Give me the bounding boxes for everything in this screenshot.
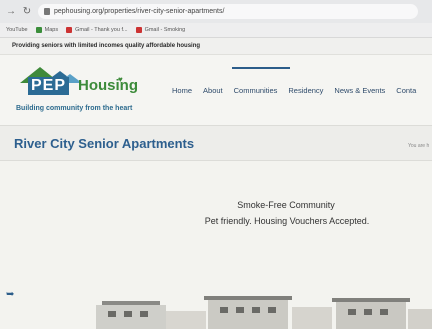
bookmark-gmail-smoking[interactable]: Gmail - Smoking bbox=[135, 27, 186, 33]
logo-housing-text: Housing bbox=[78, 77, 138, 94]
browser-address-bar: → ↻ pephousing.org/properties/river-city… bbox=[0, 0, 432, 23]
apartment-building-image bbox=[96, 296, 432, 329]
page-title: River City Senior Apartments bbox=[14, 136, 195, 151]
lock-icon bbox=[44, 8, 50, 15]
main-content: Smoke-Free Community Pet friendly. Housi… bbox=[0, 161, 432, 329]
logo-tagline: Building community from the heart bbox=[16, 105, 133, 112]
main-nav: Home About Communities Residency News & … bbox=[172, 86, 416, 95]
bookmark-gmail-thank-you[interactable]: Gmail - Thank you f... bbox=[66, 27, 128, 33]
site-banner: Providing seniors with limited incomes q… bbox=[0, 38, 432, 55]
reload-icon[interactable]: ↻ bbox=[22, 6, 32, 17]
maps-icon bbox=[35, 27, 42, 33]
url-text: pephousing.org/properties/river-city-sen… bbox=[54, 8, 225, 15]
nav-home[interactable]: Home bbox=[172, 86, 192, 95]
bookmark-label: Gmail - Smoking bbox=[144, 27, 186, 33]
arrow-left-icon[interactable]: → bbox=[6, 6, 16, 17]
site-header: PEP Housing ♥ Building community from th… bbox=[0, 55, 432, 125]
active-nav-indicator bbox=[232, 67, 290, 69]
nav-residency[interactable]: Residency bbox=[288, 86, 323, 95]
bookmark-label: Gmail - Thank you f... bbox=[75, 27, 128, 33]
nav-contact[interactable]: Conta bbox=[396, 86, 416, 95]
heart-icon: ♥ bbox=[118, 75, 123, 84]
smoke-free-text: Smoke-Free Community bbox=[237, 200, 335, 210]
gmail-icon bbox=[135, 27, 142, 33]
bookmark-youtube[interactable]: YouTube bbox=[6, 27, 28, 33]
breadcrumb: You are h bbox=[408, 143, 430, 149]
banner-text: Providing seniors with limited incomes q… bbox=[12, 43, 201, 49]
pep-housing-logo[interactable]: PEP Housing ♥ Building community from th… bbox=[14, 63, 154, 119]
bookmark-label: YouTube bbox=[6, 27, 28, 33]
pet-friendly-text: Pet friendly. Housing Vouchers Accepted. bbox=[204, 216, 370, 226]
arrow-icon[interactable]: ➥ bbox=[6, 289, 14, 300]
nav-news-events[interactable]: News & Events bbox=[334, 86, 385, 95]
url-field[interactable]: pephousing.org/properties/river-city-sen… bbox=[38, 4, 418, 19]
bookmark-maps[interactable]: Maps bbox=[35, 27, 59, 33]
nav-about[interactable]: About bbox=[203, 86, 223, 95]
bookmark-label: Maps bbox=[44, 27, 59, 33]
gmail-icon bbox=[66, 27, 73, 33]
nav-communities[interactable]: Communities bbox=[234, 86, 278, 95]
logo-pep-text: PEP bbox=[28, 77, 70, 95]
page-title-bar: River City Senior Apartments You are h bbox=[0, 125, 432, 161]
bookmarks-bar: YouTube Maps Gmail - Thank you f... Gmai… bbox=[0, 23, 432, 38]
